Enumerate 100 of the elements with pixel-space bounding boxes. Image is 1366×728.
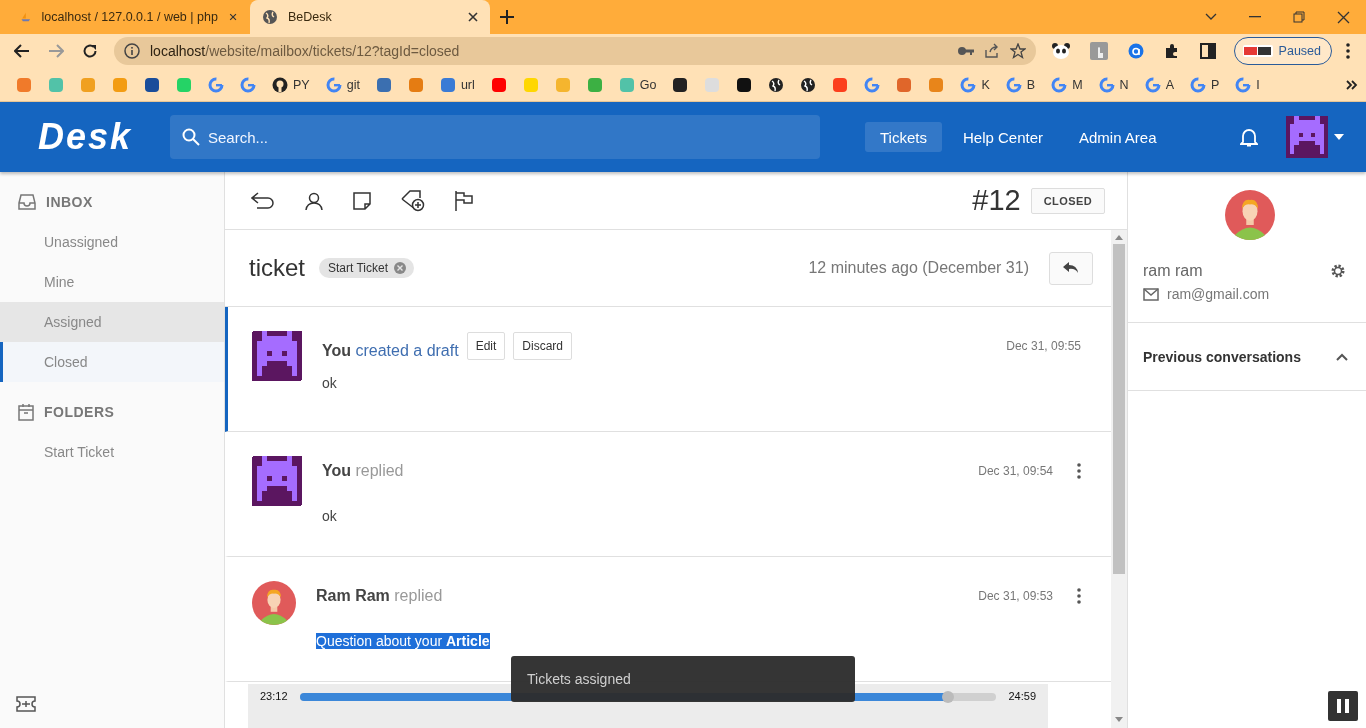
draft-button[interactable]: Edit: [466, 332, 506, 360]
google-icon: [240, 76, 256, 93]
reload-icon[interactable]: [82, 43, 98, 59]
site-icon: [112, 76, 128, 93]
chevrons-icon[interactable]: [1346, 79, 1358, 90]
browser-tab[interactable]: BeDesk: [250, 0, 490, 34]
bookmark[interactable]: url: [431, 71, 483, 98]
sidebar-icon[interactable]: [1199, 43, 1216, 59]
panda-icon[interactable]: [1051, 43, 1070, 59]
bookmark[interactable]: Go: [610, 71, 665, 98]
mail-icon: [1143, 287, 1159, 301]
site-icon: [522, 76, 539, 93]
site-icon: [554, 76, 571, 93]
google-icon: [1005, 76, 1022, 93]
puzzle-icon[interactable]: [1163, 43, 1180, 59]
back-icon[interactable]: [14, 44, 30, 58]
person-icon[interactable]: [305, 191, 323, 210]
ticket-icon[interactable]: [16, 696, 36, 712]
url-text: localhost/website/mailbox/tickets/12?tagId=closed: [150, 43, 460, 59]
down-arrow-icon[interactable]: [1115, 717, 1123, 722]
globe-icon: [800, 76, 817, 93]
bookmark[interactable]: git: [317, 71, 368, 98]
thread-time: Dec 31, 09:54: [978, 464, 1053, 478]
tag-chip[interactable]: Start Ticket: [319, 258, 415, 278]
bookmark[interactable]: N: [1090, 71, 1137, 98]
caret-icon[interactable]: [1334, 134, 1344, 140]
bookmark[interactable]: K: [952, 71, 998, 98]
bookmark[interactable]: P: [1181, 71, 1228, 98]
site-icon: [704, 76, 721, 93]
more-icon[interactable]: [1077, 463, 1081, 479]
share-icon[interactable]: [983, 43, 1000, 59]
flag-icon[interactable]: [455, 190, 473, 211]
site-icon: [896, 76, 913, 93]
draft-button[interactable]: Discard: [513, 332, 573, 360]
tag-plus-icon[interactable]: [401, 189, 425, 212]
reply-all-icon[interactable]: [251, 191, 275, 210]
bookmark[interactable]: PY: [264, 71, 318, 98]
site-icon: [16, 76, 32, 93]
pixel-avatar-icon: [252, 331, 302, 381]
site-icon: [48, 76, 64, 93]
bell-icon[interactable]: [1240, 127, 1258, 147]
site-icon: [928, 76, 945, 93]
star-icon[interactable]: [1009, 43, 1026, 59]
extension-icon[interactable]: [1127, 43, 1144, 59]
site-icon: [586, 76, 603, 93]
thread-title: Ram Ram replied: [316, 587, 443, 605]
pause-button[interactable]: [1328, 691, 1358, 721]
pixel-avatar-icon: [252, 456, 302, 506]
remove-icon[interactable]: [394, 262, 407, 274]
chevron-down-icon[interactable]: [1205, 13, 1217, 21]
nav-link[interactable]: Admin Area: [1064, 122, 1172, 152]
nav-link[interactable]: Help Center: [947, 122, 1058, 152]
google-icon: [1051, 76, 1068, 93]
more-icon[interactable]: [1077, 588, 1081, 604]
browser-tab[interactable]: localhost / 127.0.0.1 / web | php: [8, 0, 248, 34]
thread-title: You created a draft: [322, 342, 459, 360]
restore-icon[interactable]: [1293, 11, 1305, 23]
message-text: ok: [322, 508, 337, 524]
github-icon: [272, 76, 288, 93]
sidebar-item[interactable]: Unassigned: [0, 222, 224, 262]
address-bar[interactable]: localhost/website/mailbox/tickets/12?tagId=closed: [114, 37, 1036, 65]
close-icon[interactable]: [1337, 10, 1350, 24]
settings-icon[interactable]: [1330, 263, 1346, 279]
bookmark[interactable]: B: [997, 71, 1044, 98]
nav-link[interactable]: Tickets: [865, 122, 942, 152]
logo[interactable]: Desk: [0, 116, 170, 158]
ticket-number: #12: [972, 184, 1021, 217]
google-icon: [1098, 76, 1115, 93]
site-icon: [490, 76, 507, 93]
thread-title: You replied: [322, 462, 404, 480]
reply-button[interactable]: [1049, 251, 1093, 285]
bookmark[interactable]: A: [1136, 71, 1182, 98]
minimize-icon[interactable]: [1249, 16, 1261, 18]
close-icon[interactable]: [466, 10, 480, 24]
pause-icon: [1337, 699, 1349, 713]
sailboat-icon: [20, 10, 32, 24]
site-icon: [375, 76, 392, 93]
bookmark[interactable]: M: [1043, 71, 1091, 98]
up-arrow-icon[interactable]: [1115, 235, 1123, 240]
site-icon: [736, 76, 753, 93]
google-icon: [325, 76, 342, 93]
site-icon: [407, 76, 424, 93]
site-icon: [672, 76, 689, 93]
note-icon[interactable]: [353, 191, 371, 210]
menu-icon[interactable]: [1346, 43, 1350, 59]
person-avatar-icon: [1224, 190, 1275, 240]
customer-email: ram@gmail.com: [1167, 286, 1270, 302]
profile-button[interactable]: Paused: [1233, 37, 1332, 65]
bookmark[interactable]: I: [1227, 71, 1268, 98]
ticket-subject: ticket: [249, 254, 305, 282]
key-icon[interactable]: [957, 46, 974, 56]
google-icon: [208, 76, 224, 93]
section-heading: FOLDERS: [44, 404, 115, 420]
site-icon: [176, 76, 192, 93]
sidebar-item[interactable]: Mine: [0, 262, 224, 302]
scrollbar[interactable]: [1111, 230, 1127, 728]
info-icon: [124, 43, 140, 59]
customer-name: ram ram: [1143, 262, 1203, 280]
progress-bar[interactable]: [299, 693, 997, 701]
plus-icon[interactable]: [500, 10, 514, 24]
